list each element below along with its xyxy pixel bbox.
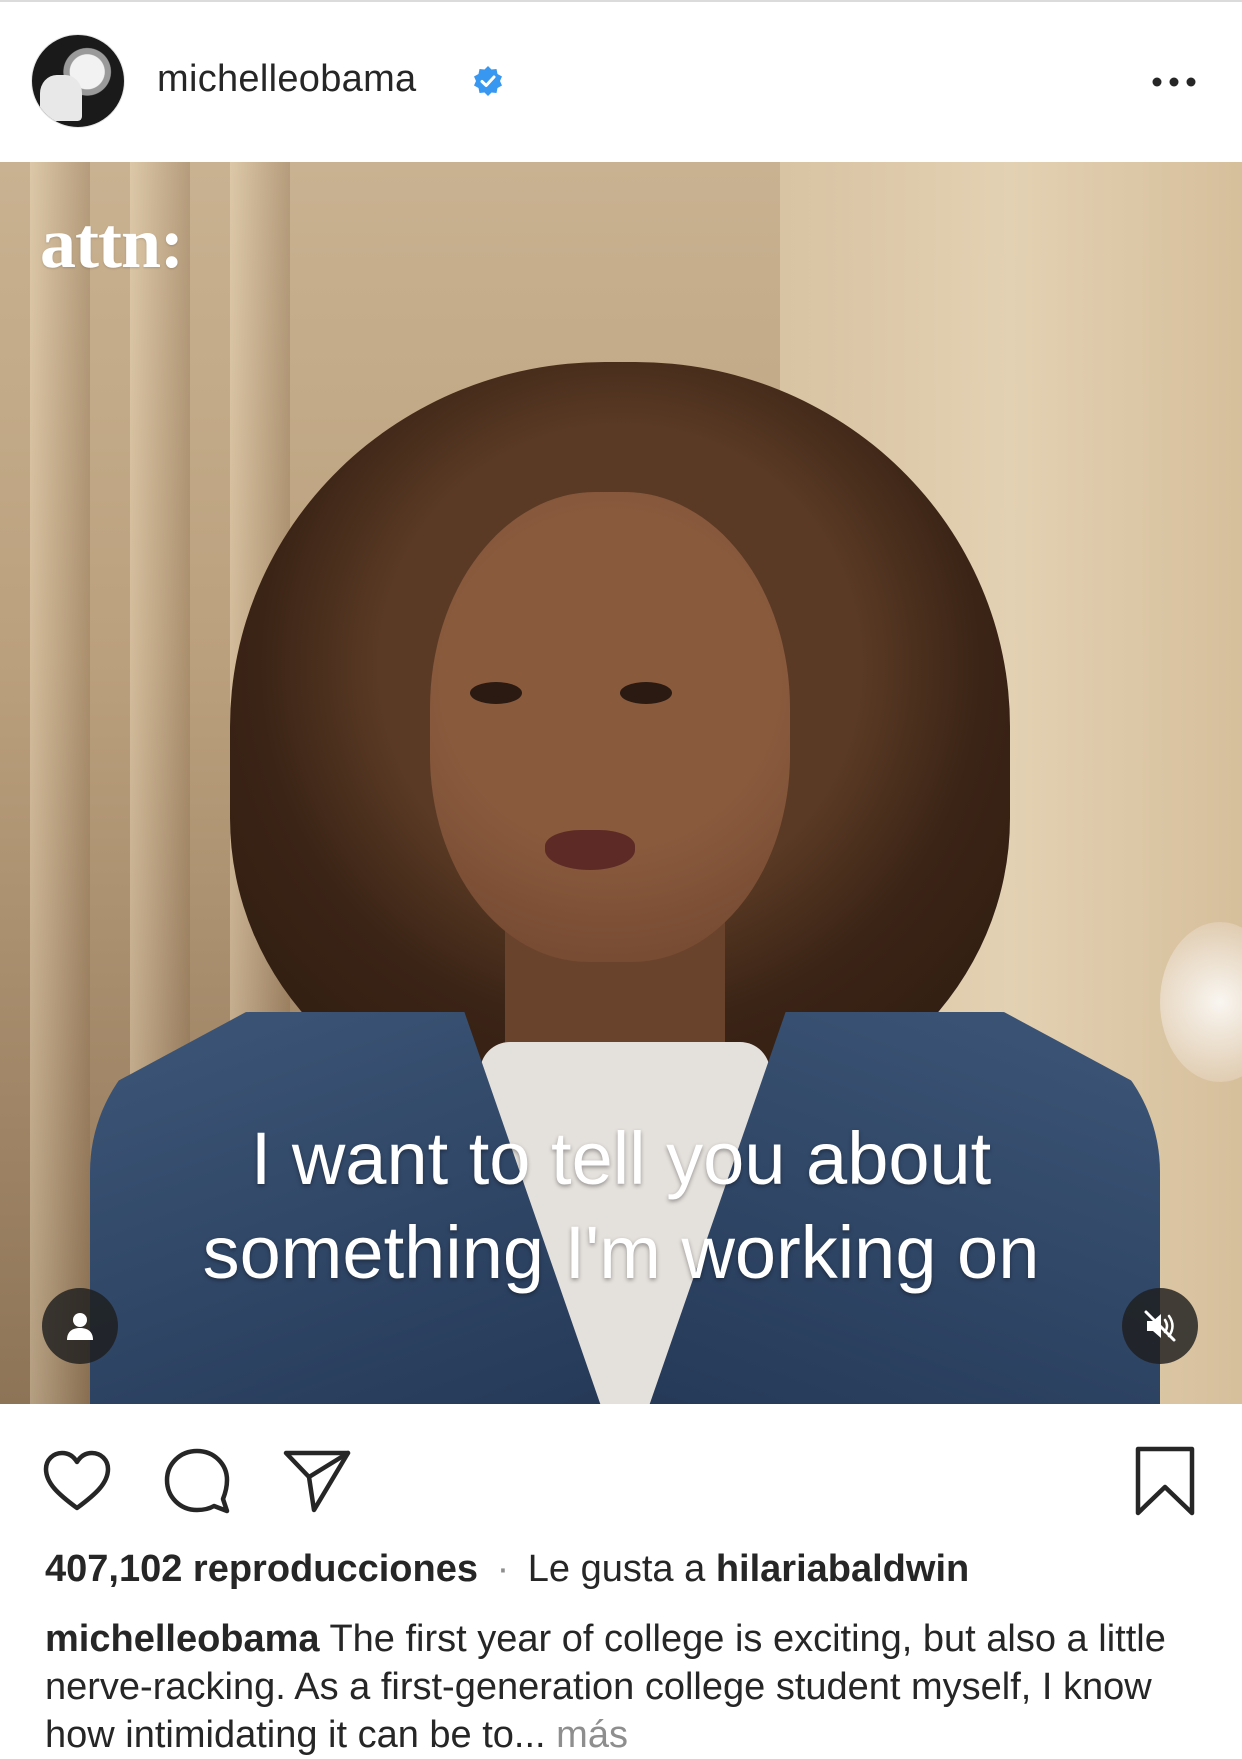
heart-icon <box>43 1450 111 1511</box>
more-horizontal-icon <box>1152 77 1196 87</box>
post-video[interactable]: attn: I want to tell you about something… <box>0 162 1242 1404</box>
subject-mouth <box>545 830 635 870</box>
post-stats: 407,102 reproducciones · Le gusta a hila… <box>45 1548 1205 1591</box>
liked-by-prefix: Le gusta a <box>527 1548 706 1590</box>
subject-face <box>430 492 790 962</box>
mute-toggle-button[interactable] <box>1122 1288 1198 1364</box>
post-username[interactable]: michelleobama <box>157 58 416 101</box>
share-button[interactable] <box>280 1444 354 1518</box>
speaker-muted-icon <box>1144 1310 1176 1342</box>
liked-by-user[interactable]: hilariabaldwin <box>716 1548 969 1590</box>
view-count[interactable]: 407,102 reproducciones <box>45 1548 478 1590</box>
send-paper-plane-icon <box>283 1450 351 1513</box>
caption-username[interactable]: michelleobama <box>45 1618 320 1660</box>
save-button[interactable] <box>1128 1444 1202 1518</box>
tagged-people-button[interactable] <box>42 1288 118 1364</box>
video-subtitle: I want to tell you about something I'm w… <box>0 1112 1242 1300</box>
post-header: michelleobama <box>0 2 1242 162</box>
subject-eye-right <box>620 682 672 704</box>
comment-bubble-icon <box>164 1448 230 1514</box>
more-options-button[interactable] <box>1148 62 1200 102</box>
subject-eye-left <box>470 682 522 704</box>
caption-more-link[interactable]: más <box>556 1714 628 1756</box>
post-actions <box>0 1404 1242 1544</box>
attn-logo: attn: <box>40 203 184 283</box>
avatar[interactable] <box>31 34 125 128</box>
subtitle-line-1: I want to tell you about <box>250 1117 992 1200</box>
post-caption: michelleobama The first year of college … <box>45 1615 1205 1759</box>
like-button[interactable] <box>40 1444 114 1518</box>
stats-separator: · <box>496 1548 510 1590</box>
subtitle-line-2: something I'm working on <box>202 1211 1040 1294</box>
verified-badge-icon <box>474 66 502 96</box>
comment-button[interactable] <box>160 1444 234 1518</box>
bookmark-icon <box>1135 1446 1195 1516</box>
person-tag-icon <box>67 1313 93 1340</box>
